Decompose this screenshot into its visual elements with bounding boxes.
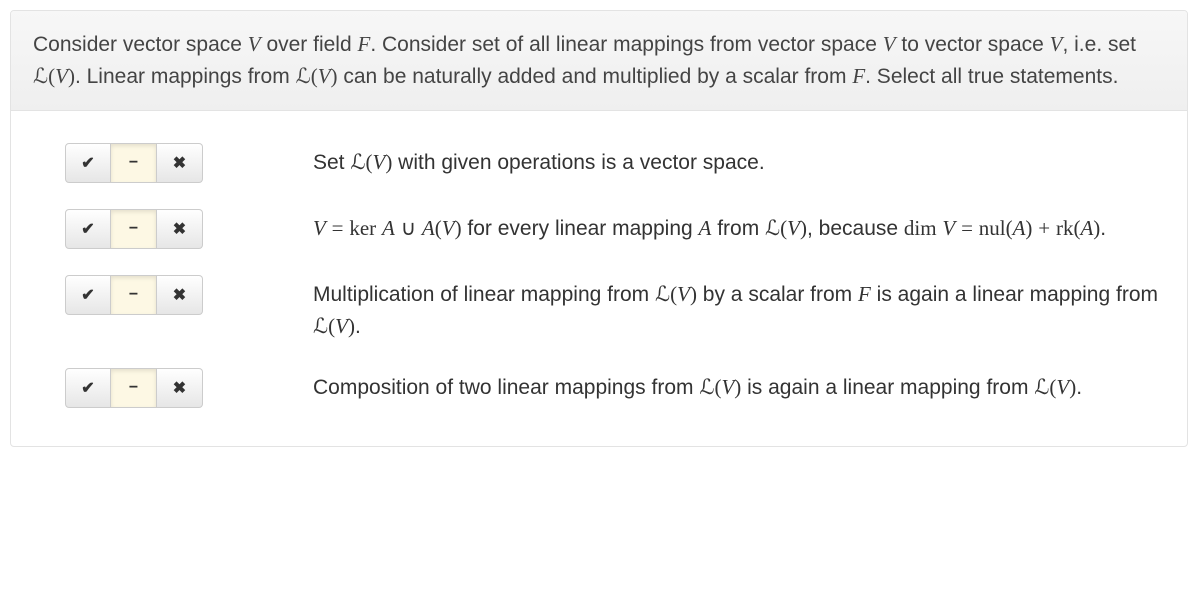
no-button[interactable]: ✖ [157, 275, 203, 315]
answer-text: Composition of two linear mappings from … [313, 368, 1165, 404]
answer-row: ✔ − ✖ Composition of two linear mappings… [33, 368, 1165, 408]
answer-row: ✔ − ✖ Set ℒ(V) with given operations is … [33, 143, 1165, 183]
no-button[interactable]: ✖ [157, 143, 203, 183]
quiz-card: Consider vector space V over field F. Co… [10, 10, 1188, 447]
answer-text: Set ℒ(V) with given operations is a vect… [313, 143, 1165, 179]
answer-row: ✔ − ✖ V = ker A ∪ A(V) for every linear … [33, 209, 1165, 249]
neutral-button[interactable]: − [111, 209, 157, 249]
answer-text: Multiplication of linear mapping from ℒ(… [313, 275, 1165, 342]
neutral-button[interactable]: − [111, 143, 157, 183]
no-button[interactable]: ✖ [157, 209, 203, 249]
neutral-button[interactable]: − [111, 275, 157, 315]
yes-button[interactable]: ✔ [65, 275, 111, 315]
question-text: Consider vector space V over field F. Co… [11, 11, 1187, 111]
tri-state-toggle: ✔ − ✖ [65, 209, 203, 249]
neutral-button[interactable]: − [111, 368, 157, 408]
tri-state-toggle: ✔ − ✖ [65, 143, 203, 183]
no-button[interactable]: ✖ [157, 368, 203, 408]
answer-list: ✔ − ✖ Set ℒ(V) with given operations is … [11, 111, 1187, 446]
yes-button[interactable]: ✔ [65, 209, 111, 249]
tri-state-toggle: ✔ − ✖ [65, 368, 203, 408]
answer-row: ✔ − ✖ Multiplication of linear mapping f… [33, 275, 1165, 342]
yes-button[interactable]: ✔ [65, 143, 111, 183]
answer-text: V = ker A ∪ A(V) for every linear mappin… [313, 209, 1165, 245]
yes-button[interactable]: ✔ [65, 368, 111, 408]
tri-state-toggle: ✔ − ✖ [65, 275, 203, 315]
